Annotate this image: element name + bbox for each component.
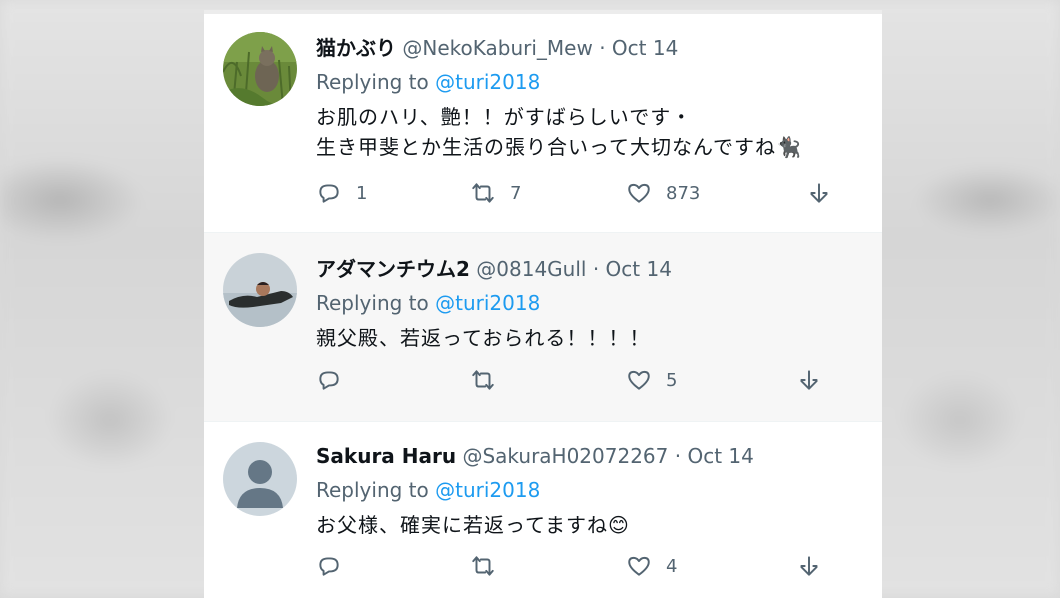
tweet-text: お父様、確実に若返ってますね😊: [316, 510, 862, 540]
tweet-header: 猫かぶり @NekoKaburi_Mew · Oct 14: [316, 34, 862, 62]
mention-link[interactable]: @turi2018: [435, 478, 540, 502]
display-name[interactable]: アダマンチウム2: [316, 257, 470, 281]
reply-button[interactable]: 1: [316, 180, 367, 206]
user-handle[interactable]: @SakuraH02072267: [462, 444, 668, 468]
tweet-text: お肌のハリ、艶！！がすばらしいです・ 生き甲斐とか生活の張り合いって大切なんです…: [316, 102, 862, 162]
tweet-text-line: 親父殿、若返っておられる！！！！: [316, 326, 651, 350]
replying-label: Replying to: [316, 291, 429, 315]
share-button[interactable]: [796, 553, 822, 579]
replying-label: Replying to: [316, 478, 429, 502]
reply-thread: 猫かぶり @NekoKaburi_Mew · Oct 14 Replying t…: [204, 10, 882, 598]
tweet-date[interactable]: · Oct 14: [599, 36, 678, 60]
tweet-actions: 4: [316, 553, 836, 581]
retweet-button[interactable]: [470, 367, 510, 393]
reply-count: 1: [356, 182, 368, 204]
like-count: 4: [666, 555, 678, 577]
retweet-icon: [472, 556, 494, 576]
mention-link[interactable]: @turi2018: [435, 291, 540, 315]
avatar[interactable]: [223, 442, 297, 516]
reply-button[interactable]: [316, 553, 356, 579]
replying-label: Replying to: [316, 70, 429, 94]
display-name[interactable]: 猫かぶり: [316, 36, 396, 60]
display-name[interactable]: Sakura Haru: [316, 444, 456, 468]
tweet-header: アダマンチウム2 @0814Gull · Oct 14: [316, 255, 862, 283]
share-button[interactable]: [796, 367, 822, 393]
tweet-date[interactable]: · Oct 14: [593, 257, 672, 281]
like-count: 873: [666, 182, 701, 204]
tweet-text-line: お肌のハリ、艶！！がすばらしいです・: [316, 105, 693, 129]
reply-icon: [319, 557, 339, 576]
like-icon: [628, 183, 650, 203]
share-icon: [800, 556, 818, 576]
cat-avatar-image: [223, 32, 297, 106]
user-handle[interactable]: @NekoKaburi_Mew: [402, 36, 592, 60]
replying-to: Replying to @turi2018: [316, 476, 862, 504]
retweet-icon: [472, 183, 494, 203]
replying-to: Replying to @turi2018: [316, 68, 862, 96]
share-icon: [810, 183, 828, 203]
like-icon: [628, 370, 650, 390]
tweet-text-line: お父様、確実に若返ってますね😊: [316, 513, 630, 537]
retweet-button[interactable]: 7: [470, 180, 521, 206]
like-button[interactable]: 5: [626, 367, 677, 393]
tweet-text: 親父殿、若返っておられる！！！！: [316, 323, 862, 353]
avatar[interactable]: [223, 253, 297, 327]
tweet-actions: 1 7 873: [316, 180, 836, 208]
tweet-date[interactable]: · Oct 14: [675, 444, 754, 468]
share-button[interactable]: [806, 180, 832, 206]
reply-icon: [319, 371, 339, 390]
user-handle[interactable]: @0814Gull: [476, 257, 586, 281]
retweet-count: 7: [510, 182, 522, 204]
mention-link[interactable]: @turi2018: [435, 70, 540, 94]
reply-icon: [319, 184, 339, 203]
tweet-header: Sakura Haru @SakuraH02072267 · Oct 14: [316, 442, 862, 470]
replying-to: Replying to @turi2018: [316, 289, 862, 317]
share-icon: [800, 370, 818, 390]
tweet-text-line: 生き甲斐とか生活の張り合いって大切なんですね🐈‍⬛: [316, 135, 802, 159]
like-button[interactable]: 4: [626, 553, 677, 579]
like-button[interactable]: 873: [626, 180, 700, 206]
retweet-button[interactable]: [470, 553, 510, 579]
avatar[interactable]: [223, 32, 297, 106]
retweet-icon: [472, 370, 494, 390]
tweet-actions: 5: [316, 367, 836, 395]
like-icon: [628, 556, 650, 576]
person-avatar-image: [223, 253, 297, 327]
default-avatar-image: [223, 442, 297, 516]
reply-button[interactable]: [316, 367, 356, 393]
like-count: 5: [666, 369, 678, 391]
